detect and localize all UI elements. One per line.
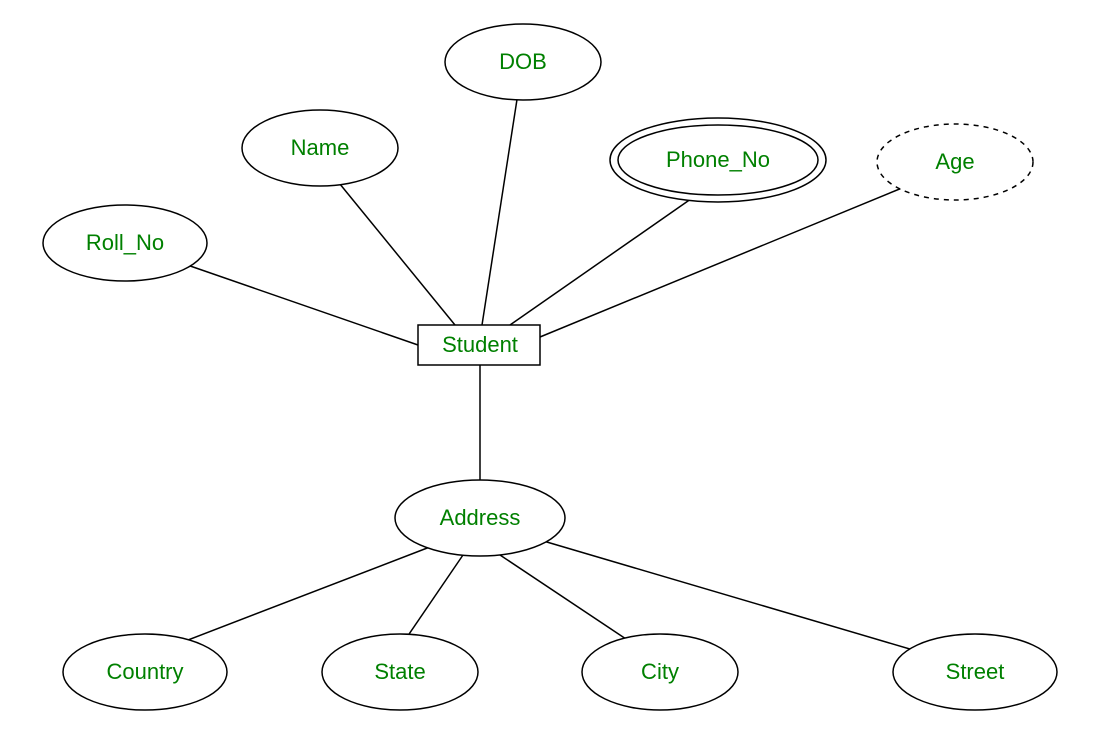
attr-name-label: Name [291, 135, 350, 161]
edge-student-dob [482, 93, 518, 325]
attr-country-label: Country [106, 659, 183, 685]
attr-dob-label: DOB [499, 49, 547, 75]
attr-phoneno-label: Phone_No [666, 147, 770, 173]
edge-student-name [335, 178, 455, 325]
er-diagram-canvas [0, 0, 1112, 753]
edge-address-street [540, 540, 920, 652]
edge-student-phoneno [510, 194, 698, 325]
attr-address-label: Address [440, 505, 521, 531]
edge-address-city [500, 555, 635, 645]
attr-city-label: City [641, 659, 679, 685]
edge-address-state [405, 555, 463, 640]
edge-student-rollno [170, 259, 418, 345]
attr-street-label: Street [946, 659, 1005, 685]
edge-address-country [175, 545, 435, 645]
attr-state-label: State [374, 659, 425, 685]
attr-age-label: Age [935, 149, 974, 175]
edge-student-age [540, 188, 902, 337]
entity-student-label: Student [442, 332, 518, 358]
attr-rollno-label: Roll_No [86, 230, 164, 256]
